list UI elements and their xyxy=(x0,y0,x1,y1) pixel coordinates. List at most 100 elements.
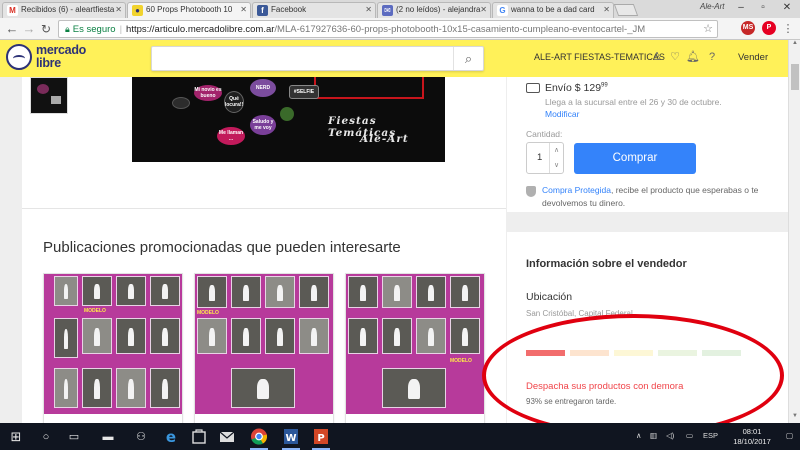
forward-icon[interactable]: → xyxy=(21,21,37,37)
scroll-up-icon[interactable]: ▲ xyxy=(789,40,800,50)
svg-text:P: P xyxy=(317,433,324,444)
user-icon[interactable]: ♙ xyxy=(650,50,664,64)
promoted-item-card[interactable]: MODELO xyxy=(345,273,485,423)
store-icon[interactable] xyxy=(188,426,210,447)
edge-icon[interactable]: e xyxy=(160,426,182,447)
search-icon[interactable]: ⌕ xyxy=(453,47,483,70)
prop-sign: Saludo y me voy xyxy=(250,115,276,135)
browser-tab-facebook[interactable]: f Facebook ✕ xyxy=(252,2,376,18)
chrome-icon[interactable] xyxy=(248,426,270,450)
close-tab-icon[interactable]: ✕ xyxy=(115,3,122,17)
new-tab-button[interactable] xyxy=(613,4,639,16)
location-title: Ubicación xyxy=(526,291,573,303)
browser-tab-mercadolibre[interactable]: ● 60 Props Photobooth 10 ✕ xyxy=(127,2,251,18)
promoted-item-card[interactable]: MODELO xyxy=(43,273,183,423)
photo-tile xyxy=(265,318,295,354)
promoted-item-image[interactable]: MODELO xyxy=(195,274,333,414)
panel-separator xyxy=(507,212,788,232)
photo-tile xyxy=(299,318,329,354)
close-tab-icon[interactable]: ✕ xyxy=(480,3,487,17)
photo-tile xyxy=(450,318,480,354)
notifications-icon[interactable]: ▢ xyxy=(786,431,793,440)
windows-start-icon[interactable]: ⊞ xyxy=(6,427,26,447)
photo-tile xyxy=(54,368,78,408)
promoted-item-image[interactable]: MODELO xyxy=(346,274,484,414)
battery-icon[interactable]: ▭ xyxy=(686,431,693,440)
page-scrollbar[interactable]: ▲ ▼ xyxy=(788,40,800,423)
mercadolibre-logo-icon[interactable] xyxy=(6,44,32,70)
pinterest-icon[interactable]: P xyxy=(762,21,776,35)
svg-text:W: W xyxy=(285,433,296,444)
photo-tile xyxy=(150,318,180,354)
word-icon[interactable]: W xyxy=(280,426,302,450)
promoted-item-card[interactable]: MODELO xyxy=(194,273,334,423)
tray-chevron-icon[interactable]: ∧ xyxy=(636,431,642,440)
photo-tile xyxy=(150,368,180,408)
browser-tab-gmail[interactable]: M Recibidos (6) - aleartfiesta ✕ xyxy=(2,2,126,18)
file-explorer-icon[interactable]: ▬ xyxy=(98,427,118,447)
mail-icon[interactable] xyxy=(216,426,238,447)
section-divider xyxy=(22,208,506,209)
truck-icon xyxy=(526,83,540,93)
sell-link[interactable]: Vender xyxy=(738,52,768,63)
network-icon[interactable]: ▥ xyxy=(650,431,657,440)
menu-icon[interactable]: ⋮ xyxy=(780,21,796,37)
people-icon[interactable]: ⚇ xyxy=(131,427,151,447)
favorites-heart-icon[interactable]: ♡ xyxy=(668,50,682,64)
prop-icon xyxy=(280,107,294,121)
close-tab-icon[interactable]: ✕ xyxy=(365,3,372,17)
promoted-item-image[interactable]: MODELO xyxy=(44,274,182,414)
back-icon[interactable]: ← xyxy=(4,21,20,37)
photo-tile xyxy=(231,276,261,308)
notifications-bell-icon[interactable]: 🔔︎ xyxy=(686,50,700,64)
close-tab-icon[interactable]: ✕ xyxy=(603,3,610,17)
tab-title: wanna to be a dad card xyxy=(511,5,595,14)
browser-tab-google[interactable]: G wanna to be a dad card ✕ xyxy=(492,2,614,18)
promotions-title: Publicaciones promocionadas que pueden i… xyxy=(43,239,401,256)
scrollbar-thumb[interactable] xyxy=(791,64,799,90)
volume-icon[interactable]: ◁) xyxy=(666,431,674,440)
photo-tile xyxy=(197,276,227,308)
language-indicator[interactable]: ESP xyxy=(703,431,718,440)
scroll-down-icon[interactable]: ▼ xyxy=(789,413,800,423)
photo-tile xyxy=(54,276,78,306)
system-clock[interactable]: 08:01 18/10/2017 xyxy=(722,427,782,447)
powerpoint-icon[interactable]: P xyxy=(310,426,332,450)
help-icon[interactable]: ? xyxy=(705,50,719,64)
product-image[interactable]: Mi novio es bueno Qué locura!! NERD #SEL… xyxy=(132,77,445,162)
photo-tile xyxy=(82,368,112,408)
profile-name[interactable]: Ale-Art xyxy=(700,2,724,11)
quantity-stepper[interactable]: 1 ∧ ∨ xyxy=(526,142,564,174)
seller-info-title: Información sobre el vendedor xyxy=(526,258,687,270)
user-menu[interactable]: ALE-ART FIESTAS-TEMATICAS xyxy=(534,52,665,62)
chevron-up-icon[interactable]: ∧ xyxy=(550,143,563,158)
buy-button[interactable]: Comprar xyxy=(574,143,696,174)
protection-link[interactable]: Compra Protegida xyxy=(542,185,611,195)
quantity-spinner[interactable]: ∧ ∨ xyxy=(549,143,563,173)
brand-logo[interactable]: mercado libre xyxy=(36,44,86,70)
close-tab-icon[interactable]: ✕ xyxy=(240,3,247,17)
modify-shipping-link[interactable]: Modificar xyxy=(545,109,579,119)
prop-sign: Qué locura!! xyxy=(224,91,244,113)
tab-title: Facebook xyxy=(271,5,307,14)
search-input[interactable]: ⌕ xyxy=(151,46,484,71)
search-icon[interactable]: ○ xyxy=(36,427,56,447)
photo-tile xyxy=(231,318,261,354)
product-thumbnail[interactable] xyxy=(30,77,68,114)
address-toolbar: ← → ↻ 🔒︎ Es seguro | https://articulo.merca… xyxy=(0,18,800,40)
lock-icon: 🔒︎ xyxy=(65,24,70,34)
url-separator: | xyxy=(119,24,123,35)
browser-tab-mail[interactable]: ✉ (2 no leídos) - alejandra ✕ xyxy=(377,2,491,18)
bookmark-star-icon[interactable]: ☆ xyxy=(703,21,713,37)
clock-date: 18/10/2017 xyxy=(733,437,771,446)
photo-tile xyxy=(231,368,295,408)
extension-icon[interactable]: MS xyxy=(741,21,755,35)
maximize-icon[interactable]: ▫ xyxy=(752,0,774,16)
quantity-value[interactable]: 1 xyxy=(537,152,542,163)
chevron-down-icon[interactable]: ∨ xyxy=(550,158,563,173)
task-view-icon[interactable]: ▭ xyxy=(64,427,84,447)
minimize-icon[interactable]: – xyxy=(730,0,752,16)
close-window-icon[interactable]: ✕ xyxy=(776,0,798,16)
reload-icon[interactable]: ↻ xyxy=(38,21,54,37)
address-bar[interactable]: 🔒︎ Es seguro | https://articulo.mercadolibr… xyxy=(58,20,718,38)
